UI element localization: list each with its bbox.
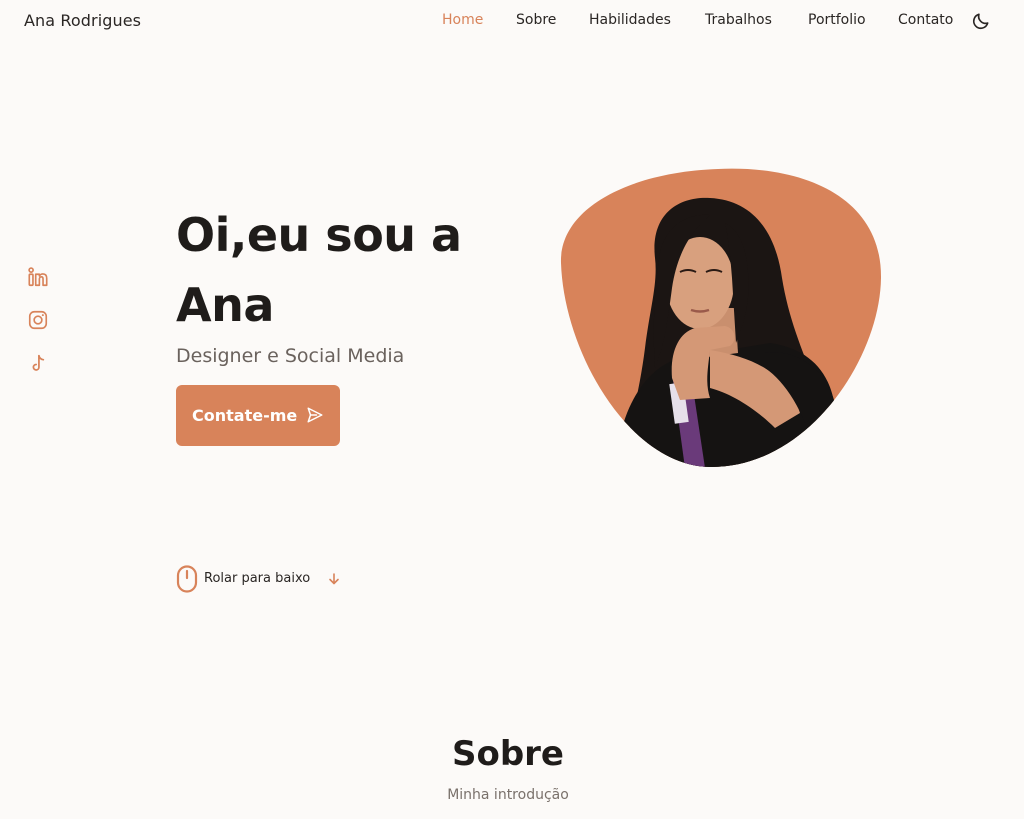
nav-item-sobre[interactable]: Sobre — [516, 12, 556, 28]
scroll-down-label: Rolar para baixo — [204, 571, 311, 586]
hero-title: Oi,eu sou a Ana — [176, 200, 516, 340]
nav-item-contato[interactable]: Contato — [898, 12, 953, 28]
nav-item-home[interactable]: Home — [442, 12, 483, 28]
scroll-down-link[interactable]: Rolar para baixo — [176, 565, 356, 593]
instagram-icon[interactable] — [27, 309, 49, 331]
moon-icon[interactable] — [971, 11, 991, 31]
arrow-down-icon — [329, 573, 339, 585]
hero-title-line2: Ana — [176, 278, 274, 332]
tiktok-icon[interactable] — [27, 353, 49, 375]
section-title-sobre: Sobre — [451, 734, 564, 774]
contact-button-label: Contate-me — [192, 406, 298, 425]
nav-item-trabalhos[interactable]: Trabalhos — [705, 12, 772, 28]
header: Ana Rodrigues Home Sobre Habilidades Tra… — [0, 0, 1024, 44]
nav-item-habilidades[interactable]: Habilidades — [589, 12, 671, 28]
hero-title-line1: Oi,eu sou a — [176, 208, 462, 262]
section-subtitle: Minha introdução — [447, 787, 569, 803]
site-logo[interactable]: Ana Rodrigues — [24, 11, 141, 30]
hero-subtitle: Designer e Social Media — [176, 345, 405, 367]
page: Ana Rodrigues Home Sobre Habilidades Tra… — [0, 0, 1024, 819]
send-icon — [307, 407, 323, 423]
contact-button[interactable]: Contate-me — [176, 385, 340, 446]
mouse-icon — [176, 565, 198, 593]
linkedin-icon[interactable] — [27, 266, 49, 288]
hero-image — [560, 168, 882, 468]
nav-item-portfolio[interactable]: Portfolio — [808, 12, 866, 28]
